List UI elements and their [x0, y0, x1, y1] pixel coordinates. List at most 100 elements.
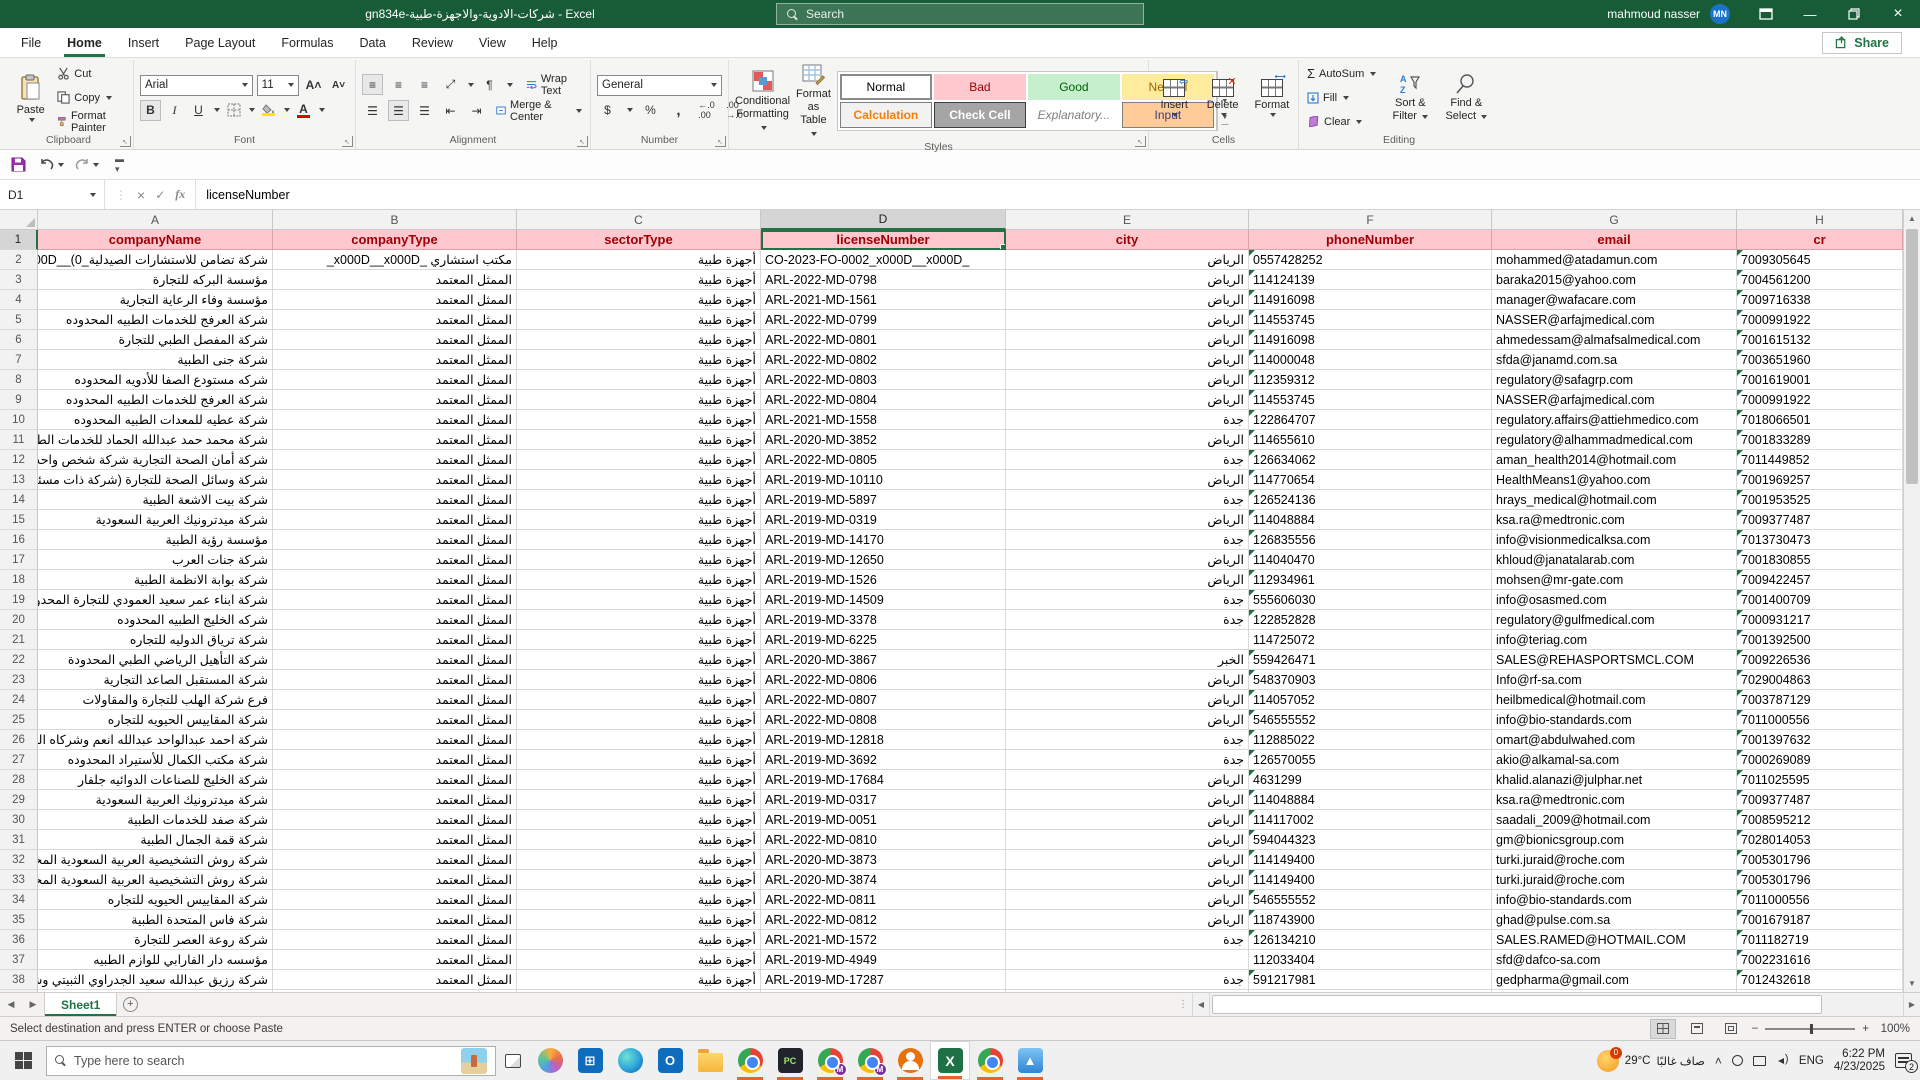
vertical-scroll-thumb[interactable] [1906, 229, 1918, 484]
cell-E4[interactable]: الرياض [1006, 290, 1249, 310]
row-header-14[interactable]: 14 [0, 490, 38, 510]
cell-G24[interactable]: heilbmedical@hotmail.com [1492, 690, 1737, 710]
row-header-15[interactable]: 15 [0, 510, 38, 530]
cell-D32[interactable]: ARL-2020-MD-3873 [761, 850, 1006, 870]
row-header-31[interactable]: 31 [0, 830, 38, 850]
cell-G8[interactable]: regulatory@safagrp.com [1492, 370, 1737, 390]
cell-F2[interactable]: 0557428252 [1249, 250, 1492, 270]
cell-F25[interactable]: 546555552 [1249, 710, 1492, 730]
decrease-font-button[interactable]: A˅ [328, 75, 349, 96]
cell-D22[interactable]: ARL-2020-MD-3867 [761, 650, 1006, 670]
cell-B16[interactable]: الممثل المعتمد [273, 530, 517, 550]
cell-F17[interactable]: 114040470 [1249, 550, 1492, 570]
cell-H11[interactable]: 7001833289 [1737, 430, 1903, 450]
cell-D38[interactable]: ARL-2019-MD-17287 [761, 970, 1006, 990]
cell-A11[interactable]: شركة محمد حمد عبدالله الحماد للخدمات الط… [38, 430, 273, 450]
bottom-align-button[interactable]: ≡ [414, 74, 435, 95]
cell-C12[interactable]: أجهزة طبية [517, 450, 761, 470]
cell-G27[interactable]: akio@alkamal-sa.com [1492, 750, 1737, 770]
cell-A2[interactable]: شركة تضامن للاستشارات الصيدلية_x000D__(0 [38, 250, 273, 270]
cell-G14[interactable]: hrays_medical@hotmail.com [1492, 490, 1737, 510]
cell-D33[interactable]: ARL-2020-MD-3874 [761, 870, 1006, 890]
cell-H1[interactable]: cr [1737, 230, 1903, 250]
cell-H2[interactable]: 7009305645 [1737, 250, 1903, 270]
cell-D23[interactable]: ARL-2022-MD-0806 [761, 670, 1006, 690]
cell-G23[interactable]: Info@rf-sa.com [1492, 670, 1737, 690]
cell-H28[interactable]: 7011025595 [1737, 770, 1903, 790]
cell-H3[interactable]: 7004561200 [1737, 270, 1903, 290]
tab-file[interactable]: File [8, 28, 54, 57]
cell-H21[interactable]: 7001392500 [1737, 630, 1903, 650]
find-select-button[interactable]: Find &Select [1442, 73, 1490, 123]
center-button[interactable]: ☰ [388, 100, 409, 121]
cell-C34[interactable]: أجهزة طبية [517, 890, 761, 910]
cell-G25[interactable]: info@bio-standards.com [1492, 710, 1737, 730]
cell-B37[interactable]: الممثل المعتمد [273, 950, 517, 970]
cell-F11[interactable]: 114655610 [1249, 430, 1492, 450]
taskbar-icon-microsoft-store[interactable]: ⊞ [570, 1041, 610, 1080]
row-header-34[interactable]: 34 [0, 890, 38, 910]
cell-D6[interactable]: ARL-2022-MD-0801 [761, 330, 1006, 350]
merge-center-button[interactable]: Merge & Center [494, 100, 584, 122]
cell-G4[interactable]: manager@wafacare.com [1492, 290, 1737, 310]
cell-G3[interactable]: baraka2015@yahoo.com [1492, 270, 1737, 290]
cell-A29[interactable]: شركة ميدترونيك العربية السعودية [38, 790, 273, 810]
bluetooth-icon[interactable] [1732, 1055, 1743, 1066]
cell-A38[interactable]: شركة رزيق عبدالله سعيد الجدراوي الثبيتي … [38, 970, 273, 990]
cell-F7[interactable]: 114000048 [1249, 350, 1492, 370]
scroll-right-icon[interactable]: ▶ [1903, 993, 1920, 1016]
cell-H18[interactable]: 7009422457 [1737, 570, 1903, 590]
cell-E24[interactable]: الرياض [1006, 690, 1249, 710]
cell-E9[interactable]: الرياض [1006, 390, 1249, 410]
cell-A13[interactable]: شركة وسائل الصحة للتجارة (شركة ذات مسئول… [38, 470, 273, 490]
avatar[interactable]: MN [1710, 4, 1730, 24]
taskbar-icon-edge[interactable] [610, 1041, 650, 1080]
cell-D10[interactable]: ARL-2021-MD-1558 [761, 410, 1006, 430]
cell-C29[interactable]: أجهزة طبية [517, 790, 761, 810]
cell-F5[interactable]: 114553745 [1249, 310, 1492, 330]
cell-A6[interactable]: شركة المفصل الطبي للتجارة [38, 330, 273, 350]
accounting-format-button[interactable]: $ [597, 100, 618, 121]
cell-A31[interactable]: شركة قمة الجمال الطبية [38, 830, 273, 850]
cell-C11[interactable]: أجهزة طبية [517, 430, 761, 450]
cell-C23[interactable]: أجهزة طبية [517, 670, 761, 690]
tray-expand-icon[interactable]: ˄ [1715, 1054, 1722, 1068]
cell-A25[interactable]: شركة المقاييس الحيويه للتجاره [38, 710, 273, 730]
cell-G2[interactable]: mohammed@atadamun.com [1492, 250, 1737, 270]
cell-D17[interactable]: ARL-2019-MD-12650 [761, 550, 1006, 570]
cell-B7[interactable]: الممثل المعتمد [273, 350, 517, 370]
cell-E32[interactable]: الرياض [1006, 850, 1249, 870]
clear-button[interactable]: Clear [1305, 111, 1378, 133]
cell-A1[interactable]: companyName [38, 230, 273, 250]
cell-style-check-cell[interactable]: Check Cell [934, 102, 1026, 128]
align-left-button[interactable]: ☰ [362, 100, 383, 121]
cell-D27[interactable]: ARL-2019-MD-3692 [761, 750, 1006, 770]
cut-button[interactable]: Cut [55, 63, 127, 85]
cell-A39[interactable] [38, 990, 273, 992]
font-dialog-launcher[interactable]: ↘ [342, 136, 353, 147]
row-header-21[interactable]: 21 [0, 630, 38, 650]
task-view-button[interactable] [496, 1054, 530, 1068]
cell-B15[interactable]: الممثل المعتمد [273, 510, 517, 530]
cell-E20[interactable]: جدة [1006, 610, 1249, 630]
page-break-view-button[interactable] [1718, 1019, 1744, 1039]
column-header-H[interactable]: H [1737, 210, 1903, 230]
cell-H33[interactable]: 7005301796 [1737, 870, 1903, 890]
cell-D13[interactable]: ARL-2019-MD-10110 [761, 470, 1006, 490]
cell-E1[interactable]: city [1006, 230, 1249, 250]
clipboard-dialog-launcher[interactable]: ↘ [120, 136, 131, 147]
cell-G5[interactable]: NASSER@arfajmedical.com [1492, 310, 1737, 330]
row-header-6[interactable]: 6 [0, 330, 38, 350]
font-size-select[interactable]: 11 [257, 75, 299, 96]
row-header-7[interactable]: 7 [0, 350, 38, 370]
cell-C30[interactable]: أجهزة طبية [517, 810, 761, 830]
cell-B10[interactable]: الممثل المعتمد [273, 410, 517, 430]
title-search-box[interactable]: Search [776, 3, 1144, 25]
taskbar-icon-chrome-profile-1[interactable]: M [810, 1041, 850, 1080]
decrease-indent-button[interactable]: ⇤ [440, 100, 461, 121]
zoom-level[interactable]: 100% [1876, 1023, 1910, 1035]
taskbar-icon-chrome-profile-2[interactable]: M [850, 1041, 890, 1080]
underline-button[interactable]: U [188, 100, 209, 121]
cell-G33[interactable]: turki.juraid@roche.com [1492, 870, 1737, 890]
zoom-slider[interactable] [1765, 1028, 1855, 1030]
